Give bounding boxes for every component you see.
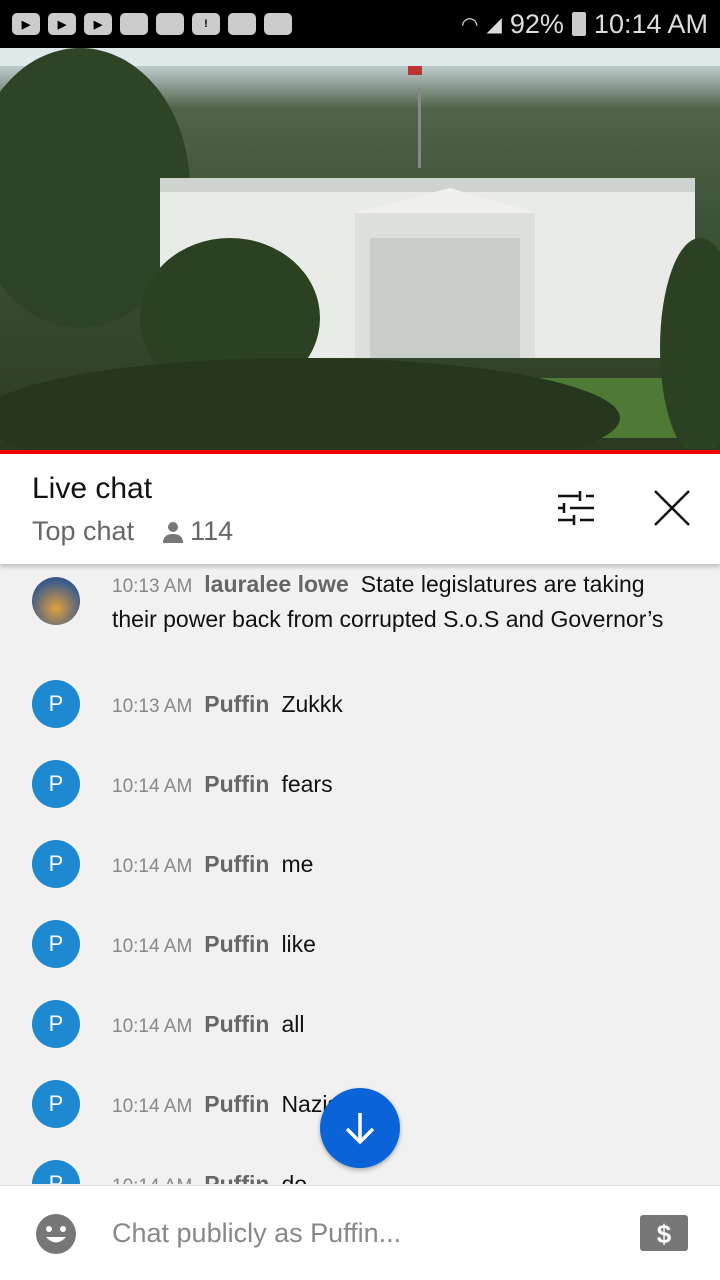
close-icon (654, 490, 690, 526)
message-time: 10:14 AM (112, 1016, 193, 1037)
m-app-icon (156, 13, 184, 35)
message-author[interactable]: Puffin (204, 1011, 269, 1037)
avatar[interactable]: P (32, 920, 80, 968)
folder-icon (120, 13, 148, 35)
avatar[interactable] (32, 577, 80, 625)
youtube-icon: ▶ (48, 13, 76, 35)
avatar[interactable]: P (32, 1000, 80, 1048)
message-time: 10:14 AM (112, 1096, 193, 1117)
message-time: 10:14 AM (112, 936, 193, 957)
chat-input[interactable]: Chat publicly as Puffin... (112, 1218, 401, 1249)
battery-percent: 92% (509, 8, 564, 39)
youtube-icon: ▶ (84, 13, 112, 35)
close-button[interactable] (648, 484, 696, 532)
chat-input-bar: Chat publicly as Puffin... $ (0, 1185, 720, 1280)
calendar-icon (264, 13, 292, 35)
top-chat-selector[interactable]: Top chat (32, 516, 134, 547)
image-icon (228, 13, 256, 35)
avatar[interactable]: P (32, 760, 80, 808)
message-author[interactable]: Puffin (204, 931, 269, 957)
clock: 10:14 AM (593, 8, 708, 39)
person-icon (163, 521, 184, 543)
warning-icon: ! (192, 13, 220, 35)
status-bar: ▶ ▶ ▶! ◠ ◢ 92% 10:14 AM (0, 0, 720, 48)
sliders-icon (558, 491, 594, 525)
message-author[interactable]: Puffin (204, 851, 269, 877)
message-author[interactable]: Puffin (204, 1091, 269, 1117)
youtube-icon: ▶ (12, 13, 40, 35)
chat-header: Live chat Top chat 114 (0, 454, 720, 564)
signal-icon: ◢ (486, 13, 502, 36)
avatar[interactable]: P (32, 1160, 80, 1184)
message-text: me (281, 851, 314, 877)
arrow-down-icon (345, 1113, 375, 1145)
message-text: fears (281, 771, 333, 797)
wifi-icon: ◠ (461, 13, 479, 36)
video-frame (0, 48, 720, 450)
message-author[interactable]: lauralee lowe (204, 571, 348, 597)
emoji-icon[interactable] (36, 1214, 76, 1254)
message-text: State legislatures are taking their powe… (112, 571, 664, 632)
scroll-to-bottom-button[interactable] (320, 1088, 400, 1168)
message-text: all (281, 1011, 305, 1037)
super-chat-icon[interactable]: $ (640, 1215, 688, 1251)
chat-title: Live chat (32, 472, 153, 505)
message-author[interactable]: Puffin (204, 691, 269, 717)
message-time: 10:14 AM (112, 1176, 192, 1184)
message-time: 10:14 AM (112, 776, 193, 797)
message-time: 10:13 AM (112, 696, 193, 717)
avatar[interactable]: P (32, 840, 80, 888)
video-player[interactable] (0, 48, 720, 450)
avatar[interactable]: P (32, 1080, 80, 1128)
message-time: 10:13 AM (112, 576, 193, 597)
message-author[interactable]: Puffin (204, 1171, 269, 1184)
svg-text:$: $ (657, 1219, 672, 1249)
battery-icon (571, 12, 586, 36)
viewer-count: 114 (162, 516, 233, 547)
avatar[interactable]: P (32, 680, 80, 728)
message-text: like (281, 931, 316, 957)
viewer-count-value: 114 (190, 516, 234, 546)
message-text: do (281, 1171, 308, 1184)
message-author[interactable]: Puffin (204, 771, 269, 797)
filter-settings-button[interactable] (552, 484, 600, 532)
message-text: Zukkk (281, 691, 343, 717)
message-time: 10:14 AM (112, 856, 193, 877)
